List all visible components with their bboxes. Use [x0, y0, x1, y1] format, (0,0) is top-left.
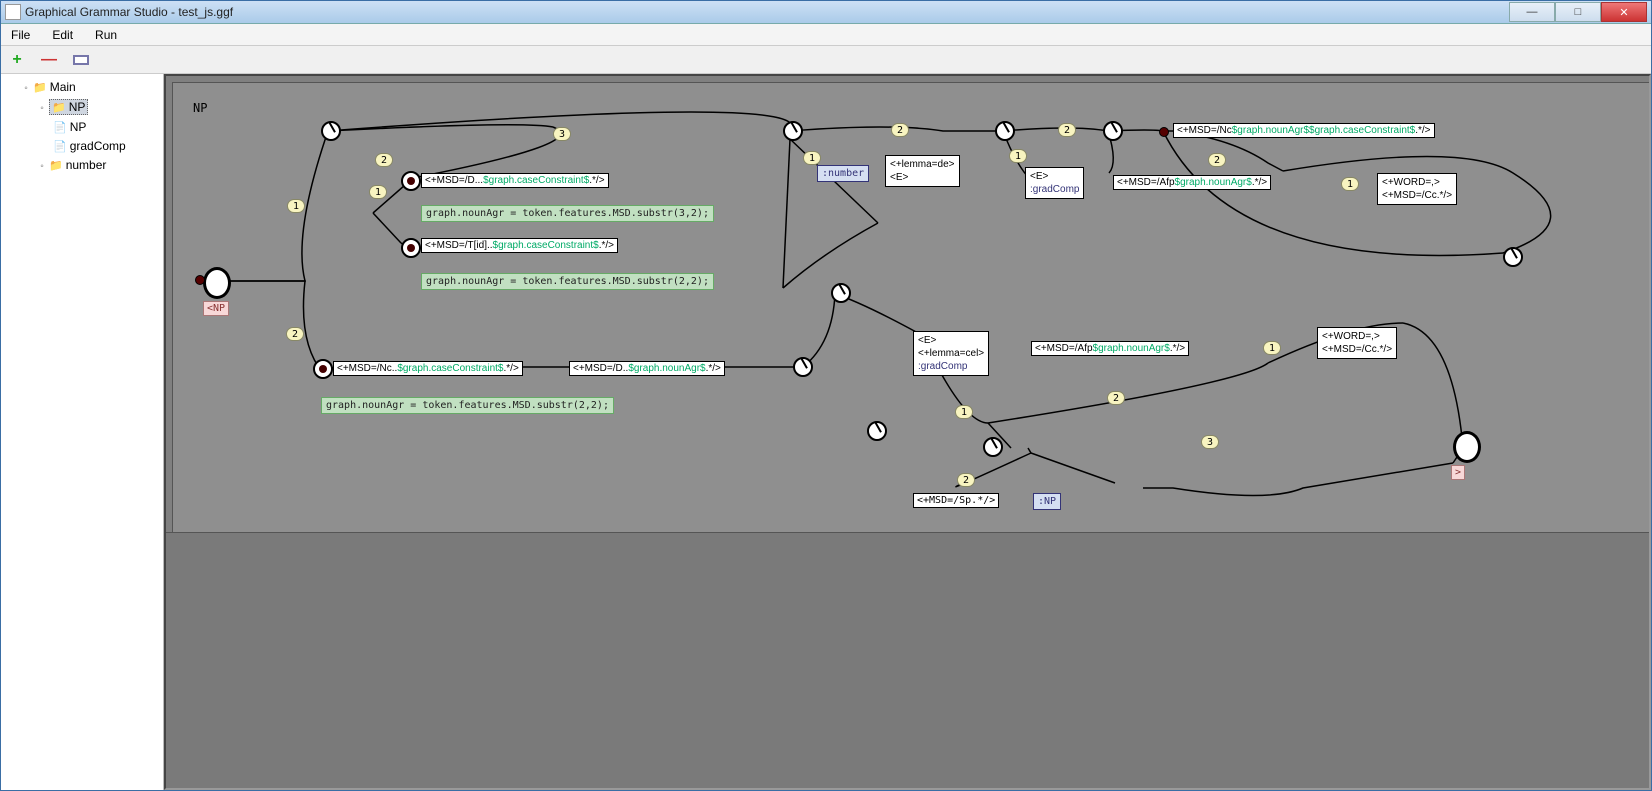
edge-1g: 1: [955, 405, 973, 419]
tree-number[interactable]: ◦number: [37, 156, 159, 176]
minimize-button[interactable]: —: [1509, 2, 1555, 22]
edge-1f: 1: [1263, 341, 1281, 355]
edge-1e: 1: [1341, 177, 1359, 191]
node-mid2[interactable]: [831, 283, 851, 303]
window-title: Graphical Grammar Studio - test_js.ggf: [25, 5, 233, 19]
tag-msd-t[interactable]: <+MSD=/T[id]..$graph.caseConstraint$.*/>: [421, 238, 618, 253]
start-dot: [195, 275, 205, 285]
ref-number[interactable]: :number: [817, 165, 869, 182]
edge-1a: 1: [287, 199, 305, 213]
edge-3b: 3: [1201, 435, 1219, 449]
start-label: <NP: [203, 301, 229, 316]
box-wordcc-mid[interactable]: <+WORD=,> <+MSD=/Cc.*/>: [1317, 327, 1397, 359]
box-e-gradcomp-top[interactable]: <E> :gradComp: [1025, 167, 1084, 199]
graph-canvas[interactable]: NP: [172, 82, 1651, 582]
edge-1c: 1: [803, 151, 821, 165]
code-nounagr-22b[interactable]: graph.nounAgr = token.features.MSD.subst…: [321, 397, 614, 414]
node-top2[interactable]: [783, 121, 803, 141]
box-lemma-de[interactable]: <+lemma=de> <E>: [885, 155, 960, 187]
box-cel-gradcomp[interactable]: <E> <+lemma=cel> :gradComp: [913, 331, 989, 376]
edit-button[interactable]: [71, 50, 91, 70]
titlebar[interactable]: Graphical Grammar Studio - test_js.ggf —…: [1, 1, 1651, 24]
node-msd-t[interactable]: [401, 238, 421, 258]
box-wordcc-top[interactable]: <+WORD=,> <+MSD=/Cc.*/>: [1377, 173, 1457, 205]
toolbar: + —: [1, 46, 1651, 74]
tag-msd-sp[interactable]: <+MSD=/Sp.*/>: [913, 493, 999, 508]
graph-title: NP: [193, 101, 207, 115]
tag-msd-afp2[interactable]: <+MSD=/Afp$graph.nounAgr$.*/>: [1031, 341, 1189, 356]
end-label: >: [1451, 465, 1465, 480]
tree-gradcomp[interactable]: gradComp: [53, 137, 159, 156]
canvas-empty-area: [166, 532, 1649, 788]
tree-np-folder[interactable]: ◦NP NP gradComp: [37, 98, 159, 156]
tag-msd-afp1[interactable]: <+MSD=/Afp$graph.nounAgr$.*/>: [1113, 175, 1271, 190]
node-msd-nc-bot[interactable]: [313, 359, 333, 379]
node-top1[interactable]: [321, 121, 341, 141]
remove-button[interactable]: —: [39, 50, 59, 70]
node-mid3[interactable]: [867, 421, 887, 441]
add-button[interactable]: +: [7, 50, 27, 70]
edge-2a: 2: [286, 327, 304, 341]
menubar: File Edit Run: [1, 24, 1651, 46]
edge-2c: 2: [891, 123, 909, 137]
menu-file[interactable]: File: [7, 26, 34, 44]
tag-msd-nc-top[interactable]: <+MSD=/Nc$graph.nounAgr$$graph.caseConst…: [1173, 123, 1435, 138]
canvas-viewport[interactable]: NP: [164, 74, 1651, 790]
menu-run[interactable]: Run: [91, 26, 121, 44]
edge-1d: 1: [1009, 149, 1027, 163]
ref-np[interactable]: :NP: [1033, 493, 1061, 510]
edge-2g: 2: [957, 473, 975, 487]
app-window: Graphical Grammar Studio - test_js.ggf —…: [0, 0, 1652, 791]
node-top3[interactable]: [995, 121, 1015, 141]
tag-msd-d[interactable]: <+MSD=/D...$graph.caseConstraint$.*/>: [421, 173, 609, 188]
tag-msd-d2[interactable]: <+MSD=/D..$graph.nounAgr$.*/>: [569, 361, 725, 376]
node-nc-top-dot[interactable]: [1159, 127, 1169, 137]
node-mid1[interactable]: [793, 357, 813, 377]
node-right-upper[interactable]: [1503, 247, 1523, 267]
code-nounagr-32[interactable]: graph.nounAgr = token.features.MSD.subst…: [421, 205, 714, 222]
edge-3a: 3: [553, 127, 571, 141]
end-node[interactable]: [1453, 431, 1481, 463]
tree-np[interactable]: NP: [53, 118, 159, 137]
tag-msd-nc-bot[interactable]: <+MSD=/Nc..$graph.caseConstraint$.*/>: [333, 361, 523, 376]
node-msd-d[interactable]: [401, 171, 421, 191]
node-bot1[interactable]: [983, 437, 1003, 457]
close-button[interactable]: ✕: [1601, 2, 1647, 22]
tree-main[interactable]: ◦Main ◦NP NP gradComp ◦number: [21, 78, 159, 176]
code-nounagr-22a[interactable]: graph.nounAgr = token.features.MSD.subst…: [421, 273, 714, 290]
edge-1b: 1: [369, 185, 387, 199]
edge-2b: 2: [375, 153, 393, 167]
tree-panel: ◦Main ◦NP NP gradComp ◦number: [1, 74, 164, 790]
edge-2d: 2: [1058, 123, 1076, 137]
maximize-button[interactable]: □: [1555, 2, 1601, 22]
menu-edit[interactable]: Edit: [48, 26, 77, 44]
start-node[interactable]: [203, 267, 231, 299]
node-top4[interactable]: [1103, 121, 1123, 141]
edge-2e: 2: [1208, 153, 1226, 167]
edge-2f: 2: [1107, 391, 1125, 405]
app-icon: [5, 4, 21, 20]
